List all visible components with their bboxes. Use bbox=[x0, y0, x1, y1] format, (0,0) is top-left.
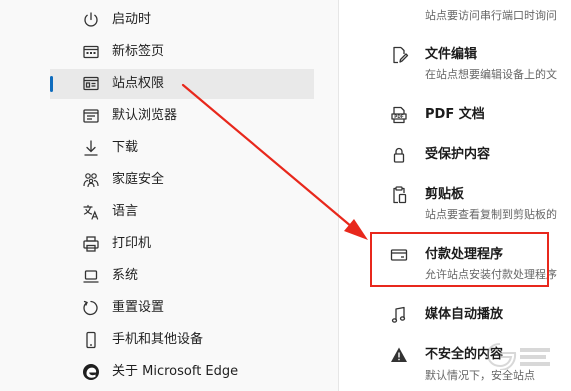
sidebar-item-new-tab[interactable]: 新标签页 bbox=[50, 37, 314, 67]
permission-title: 剪贴板 bbox=[425, 187, 465, 202]
sidebar-item-label: 下载 bbox=[112, 140, 139, 155]
permission-title: 媒体自动播放 bbox=[425, 307, 504, 322]
sidebar-item-label: 家庭安全 bbox=[112, 172, 165, 187]
phone-icon bbox=[82, 331, 100, 349]
system-icon bbox=[82, 267, 100, 285]
permission-title: 受保护内容 bbox=[425, 147, 491, 162]
sidebar-item-label: 关于 Microsoft Edge bbox=[112, 364, 239, 379]
printer-icon bbox=[82, 235, 100, 253]
download-icon bbox=[82, 139, 100, 157]
sidebar-item-system[interactable]: 系统 bbox=[50, 261, 314, 291]
sidebar-item-default-browser[interactable]: 默认浏览器 bbox=[50, 101, 314, 131]
site-permissions-icon bbox=[82, 75, 100, 93]
sidebar-item-languages[interactable]: 语言 bbox=[50, 197, 314, 227]
language-icon bbox=[82, 203, 100, 221]
sidebar-item-label: 手机和其他设备 bbox=[112, 332, 204, 347]
sidebar-item-startup[interactable]: 启动时 bbox=[50, 5, 314, 35]
svg-text:PDF: PDF bbox=[394, 114, 404, 119]
sidebar-item-label: 默认浏览器 bbox=[112, 108, 178, 123]
sidebar-item-downloads[interactable]: 下载 bbox=[50, 133, 314, 163]
sidebar-item-label: 重置设置 bbox=[112, 300, 165, 315]
permission-item-clipboard[interactable]: 剪贴板 站点要查看复制到剪贴板的 bbox=[339, 180, 571, 225]
permission-item-media-autoplay[interactable]: 媒体自动播放 bbox=[339, 300, 571, 330]
permission-item-protected-content[interactable]: 受保护内容 bbox=[339, 140, 571, 170]
site-permissions-panel: 站点要访问串行端口时询问 文件编辑 在站点想要编辑设备上的文 PDF PDF 文… bbox=[339, 0, 571, 391]
permission-desc: 站点要查看复制到剪贴板的 bbox=[425, 208, 557, 221]
permission-desc: 站点要访问串行端口时询问 bbox=[425, 9, 557, 22]
lock-icon bbox=[389, 145, 409, 165]
permission-item-serial-ports[interactable]: 站点要访问串行端口时询问 bbox=[339, 0, 571, 30]
power-icon bbox=[82, 11, 100, 29]
settings-sidebar: 启动时 新标签页 站点权限 默认浏览器 下载 家庭安全 语言 打印机 系统 重置… bbox=[0, 0, 338, 391]
sidebar-item-label: 站点权限 bbox=[112, 76, 165, 91]
pdf-icon: PDF bbox=[389, 105, 409, 125]
watermark-logo bbox=[486, 343, 550, 370]
file-edit-icon bbox=[389, 45, 409, 65]
annotation-highlight-box bbox=[370, 232, 549, 287]
permission-title: PDF 文档 bbox=[425, 107, 485, 122]
sidebar-item-label: 系统 bbox=[112, 268, 139, 283]
warning-icon bbox=[389, 345, 409, 365]
reset-icon bbox=[82, 299, 100, 317]
music-icon bbox=[389, 305, 409, 325]
edge-logo-icon bbox=[82, 363, 100, 381]
permission-item-file-editing[interactable]: 文件编辑 在站点想要编辑设备上的文 bbox=[339, 40, 571, 85]
sidebar-item-family-safety[interactable]: 家庭安全 bbox=[50, 165, 314, 195]
sidebar-item-label: 打印机 bbox=[112, 236, 152, 251]
sidebar-item-phone-devices[interactable]: 手机和其他设备 bbox=[50, 325, 314, 355]
permission-item-pdf-documents[interactable]: PDF PDF 文档 bbox=[339, 100, 571, 130]
family-icon bbox=[82, 171, 100, 189]
new-tab-icon bbox=[82, 43, 100, 61]
default-browser-icon bbox=[82, 107, 100, 125]
sidebar-item-reset-settings[interactable]: 重置设置 bbox=[50, 293, 314, 323]
sidebar-item-printers[interactable]: 打印机 bbox=[50, 229, 314, 259]
permission-desc: 默认情况下，安全站点 bbox=[425, 369, 535, 382]
sidebar-item-site-permissions[interactable]: 站点权限 bbox=[50, 69, 314, 99]
sidebar-item-label: 启动时 bbox=[112, 12, 152, 27]
permission-title: 文件编辑 bbox=[425, 47, 478, 62]
sidebar-item-about-edge[interactable]: 关于 Microsoft Edge bbox=[50, 357, 314, 387]
sidebar-item-label: 语言 bbox=[112, 204, 139, 219]
permission-desc: 在站点想要编辑设备上的文 bbox=[425, 68, 557, 81]
sidebar-item-label: 新标签页 bbox=[112, 44, 165, 59]
selection-indicator bbox=[50, 76, 53, 92]
clipboard-icon bbox=[389, 185, 409, 205]
